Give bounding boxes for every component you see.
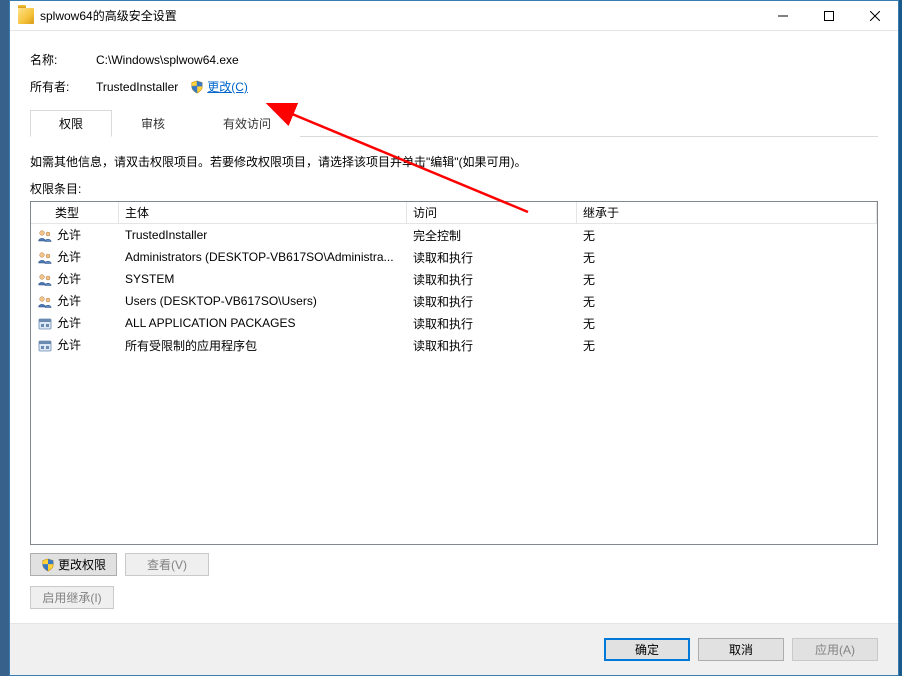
row-access: 读取和执行	[407, 337, 577, 354]
cancel-button[interactable]: 取消	[698, 638, 784, 661]
row-principal: 所有受限制的应用程序包	[119, 337, 407, 354]
inherit-buttons-row: 启用继承(I)	[30, 586, 878, 609]
row-type: 允许	[57, 228, 81, 242]
package-icon	[37, 316, 53, 332]
owner-row: 所有者: TrustedInstaller 更改(C)	[30, 78, 878, 95]
dialog-body: 名称: C:\Windows\splwow64.exe 所有者: Trusted…	[10, 31, 898, 623]
maximize-button[interactable]	[806, 1, 852, 30]
name-label: 名称:	[30, 51, 96, 68]
row-type: 允许	[57, 316, 81, 330]
users-icon	[37, 272, 53, 288]
table-row[interactable]: 允许 SYSTEM读取和执行无	[31, 268, 877, 290]
row-access: 读取和执行	[407, 249, 577, 266]
row-principal: Users (DESKTOP-VB617SO\Users)	[119, 294, 407, 308]
row-principal: TrustedInstaller	[119, 228, 407, 242]
table-row[interactable]: 允许 ALL APPLICATION PACKAGES读取和执行无	[31, 312, 877, 334]
permission-entries-list[interactable]: 类型 主体 访问 继承于 允许TrustedInstaller完全控制无允许Ad…	[30, 201, 878, 545]
owner-label: 所有者:	[30, 78, 96, 95]
change-permissions-button[interactable]: 更改权限	[30, 553, 117, 576]
row-access: 读取和执行	[407, 315, 577, 332]
shield-icon	[190, 80, 204, 94]
row-inherit: 无	[577, 293, 877, 310]
window-title: splwow64的高级安全设置	[40, 7, 760, 24]
col-header-principal[interactable]: 主体	[119, 202, 407, 223]
row-type: 允许	[57, 250, 81, 264]
apply-button: 应用(A)	[792, 638, 878, 661]
change-owner-text: 更改(C)	[207, 78, 248, 95]
col-header-type[interactable]: 类型	[31, 202, 119, 223]
col-header-access[interactable]: 访问	[407, 202, 577, 223]
row-inherit: 无	[577, 271, 877, 288]
dialog-footer: 确定 取消 应用(A)	[10, 623, 898, 675]
permission-buttons-row: 更改权限 查看(V)	[30, 553, 878, 576]
minimize-button[interactable]	[760, 1, 806, 30]
col-header-inherit[interactable]: 继承于	[577, 202, 877, 223]
ok-button[interactable]: 确定	[604, 638, 690, 661]
tab-effective-access[interactable]: 有效访问	[194, 110, 300, 137]
row-inherit: 无	[577, 249, 877, 266]
window-controls	[760, 1, 898, 30]
table-row[interactable]: 允许 TrustedInstaller完全控制无	[31, 224, 877, 246]
tab-audit[interactable]: 审核	[112, 110, 194, 137]
entries-label: 权限条目:	[30, 180, 878, 197]
table-row[interactable]: 允许 Administrators (DESKTOP-VB617SO\Admini…	[31, 246, 877, 268]
row-principal: SYSTEM	[119, 272, 407, 286]
folder-icon	[18, 8, 34, 24]
table-row[interactable]: 允许 Users (DESKTOP-VB617SO\Users)读取和执行无	[31, 290, 877, 312]
list-header: 类型 主体 访问 继承于	[31, 202, 877, 224]
shield-icon	[41, 558, 55, 572]
users-icon	[37, 250, 53, 266]
owner-value: TrustedInstaller	[96, 80, 178, 94]
row-type: 允许	[57, 272, 81, 286]
name-value: C:\Windows\splwow64.exe	[96, 53, 239, 67]
package-icon	[37, 338, 53, 354]
row-inherit: 无	[577, 227, 877, 244]
row-access: 完全控制	[407, 227, 577, 244]
row-access: 读取和执行	[407, 293, 577, 310]
users-icon	[37, 294, 53, 310]
tabs: 权限 审核 有效访问	[30, 109, 878, 137]
users-icon	[37, 228, 53, 244]
hint-text: 如需其他信息，请双击权限项目。若要修改权限项目，请选择该项目并单击"编辑"(如果…	[30, 153, 878, 170]
titlebar[interactable]: splwow64的高级安全设置	[10, 1, 898, 31]
close-button[interactable]	[852, 1, 898, 30]
row-principal: ALL APPLICATION PACKAGES	[119, 316, 407, 330]
advanced-security-settings-window: splwow64的高级安全设置 名称: C:\Windows\splwow64.…	[9, 0, 899, 676]
row-access: 读取和执行	[407, 271, 577, 288]
row-type: 允许	[57, 294, 81, 308]
row-inherit: 无	[577, 337, 877, 354]
view-button: 查看(V)	[125, 553, 209, 576]
change-owner-link[interactable]: 更改(C)	[190, 78, 248, 95]
name-row: 名称: C:\Windows\splwow64.exe	[30, 51, 878, 68]
desktop-left-strip	[0, 0, 9, 676]
tab-permissions[interactable]: 权限	[30, 110, 112, 137]
table-row[interactable]: 允许 所有受限制的应用程序包读取和执行无	[31, 334, 877, 356]
row-inherit: 无	[577, 315, 877, 332]
row-principal: Administrators (DESKTOP-VB617SO\Administ…	[119, 250, 407, 264]
enable-inheritance-button: 启用继承(I)	[30, 586, 114, 609]
row-type: 允许	[57, 338, 81, 352]
